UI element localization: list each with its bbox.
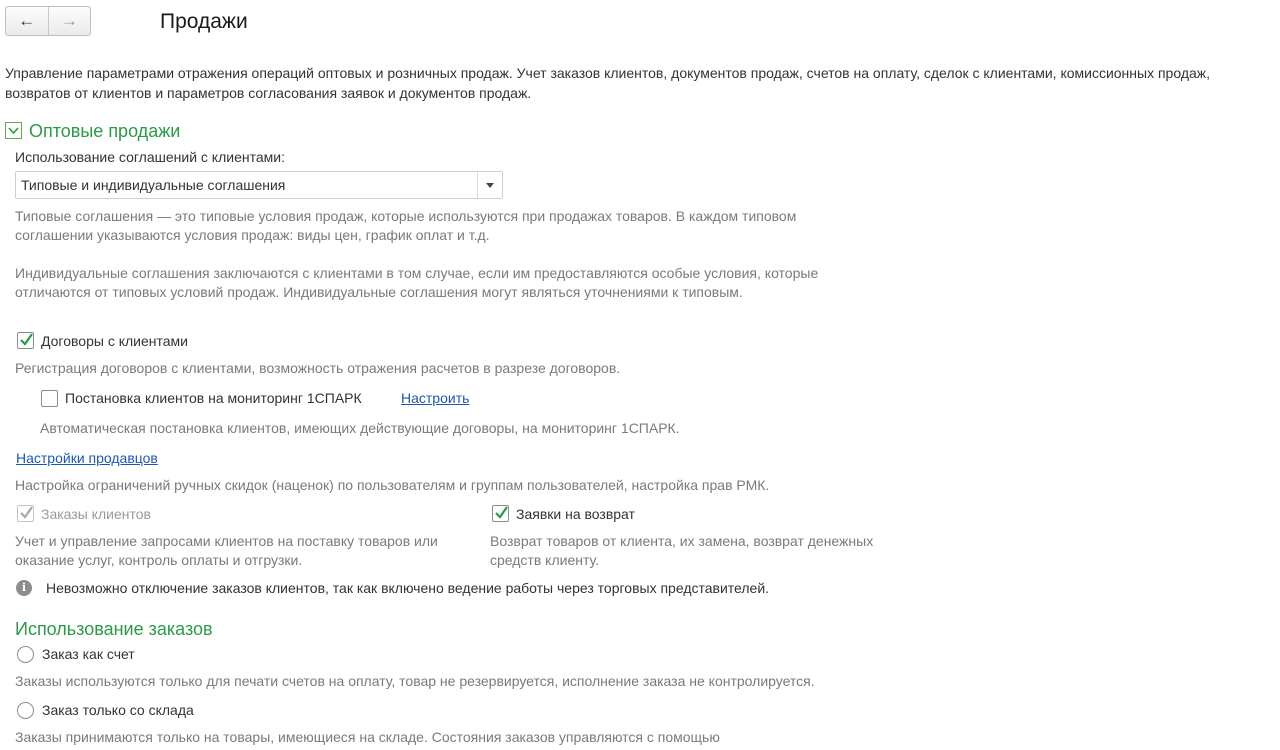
contracts-label[interactable]: Договоры с клиентами — [41, 333, 188, 349]
client-orders-checkbox[interactable] — [17, 505, 34, 522]
return-requests-checkbox[interactable] — [492, 505, 509, 522]
client-orders-info-note: Невозможно отключение заказов клиентов, … — [46, 580, 770, 596]
sellers-settings-link[interactable]: Настройки продавцов — [16, 450, 158, 466]
return-requests-label[interactable]: Заявки на возврат — [516, 506, 635, 522]
contracts-checkbox[interactable] — [17, 332, 34, 349]
spark-configure-link[interactable]: Настроить — [401, 390, 469, 406]
order-as-invoice-label[interactable]: Заказ как счет — [42, 646, 135, 662]
spark-monitoring-hint: Автоматическая постановка клиентов, имею… — [40, 420, 680, 436]
spark-monitoring-checkbox[interactable] — [41, 390, 58, 407]
order-as-invoice-hint: Заказы используются только для печати сч… — [15, 673, 815, 689]
forward-arrow-icon[interactable]: → — [47, 7, 91, 35]
return-requests-hint: Возврат товаров от клиента, их замена, в… — [490, 533, 874, 568]
agreements-select[interactable]: Типовые и индивидуальные соглашения — [15, 171, 503, 199]
typical-agreements-hint: Типовые соглашения — это типовые условия… — [15, 208, 797, 243]
order-from-warehouse-label[interactable]: Заказ только со склада — [42, 702, 194, 718]
order-from-warehouse-hint: Заказы принимаются только на товары, име… — [15, 729, 720, 745]
back-arrow-icon[interactable]: ← — [6, 7, 48, 35]
client-orders-hint: Учет и управление запросами клиентов на … — [15, 533, 438, 568]
navigation-buttons: ← → — [5, 6, 91, 36]
order-from-warehouse-radio[interactable] — [17, 702, 34, 719]
group-collapse-icon[interactable] — [5, 122, 22, 139]
page-title: Продажи — [160, 10, 248, 33]
client-orders-label[interactable]: Заказы клиентов — [41, 506, 151, 522]
page-description: Управление параметрами отражения операци… — [5, 65, 1211, 101]
spark-monitoring-label[interactable]: Постановка клиентов на мониторинг 1СПАРК — [65, 390, 362, 406]
order-as-invoice-radio[interactable] — [17, 646, 34, 663]
contracts-hint: Регистрация договоров с клиентами, возмо… — [15, 360, 621, 376]
group-title-orders-usage: Использование заказов — [15, 619, 213, 639]
info-icon: i — [16, 580, 32, 596]
individual-agreements-hint: Индивидуальные соглашения заключаются с … — [15, 265, 819, 300]
agreements-select-value: Типовые и индивидуальные соглашения — [21, 177, 286, 193]
group-title-wholesale[interactable]: Оптовые продажи — [29, 121, 180, 142]
sellers-settings-hint: Настройка ограничений ручных скидок (нац… — [15, 477, 770, 493]
agreements-label: Использование соглашений с клиентами: — [15, 149, 285, 165]
dropdown-arrow-icon[interactable] — [477, 172, 502, 198]
